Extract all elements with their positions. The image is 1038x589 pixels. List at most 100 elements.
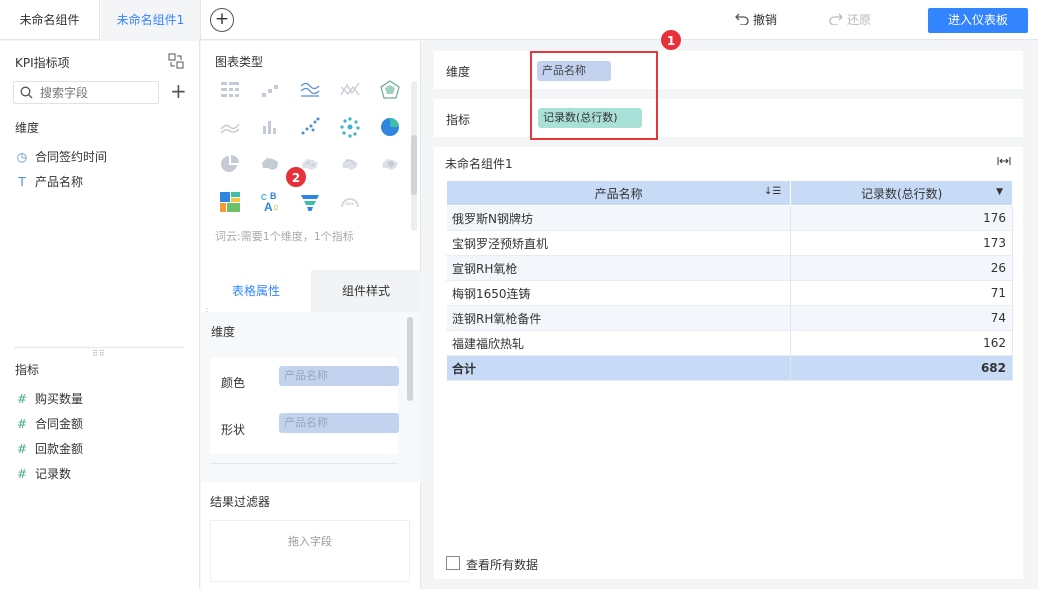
pie-chart-icon[interactable] (379, 116, 401, 138)
scrollbar-thumb[interactable] (411, 135, 417, 195)
table-total-row: 合计 682 (445, 355, 1013, 381)
word-cloud-chart-icon[interactable]: C BA D (259, 191, 281, 213)
field-contract-amount[interactable]: # 合同金额 (15, 414, 83, 434)
component-title: 未命名组件1 (445, 157, 513, 171)
stepped-chart-icon[interactable] (259, 79, 281, 101)
redo-icon (829, 13, 843, 26)
properties-divider (210, 463, 398, 464)
redo-label: 还原 (847, 13, 872, 27)
svg-text:A: A (264, 200, 273, 213)
property-tabs: 表格属性 组件样式 (201, 270, 421, 312)
tab-component-style[interactable]: 组件样式 (311, 270, 421, 312)
field-label: 记录数 (35, 467, 72, 481)
column-header-record-count[interactable]: 记录数(总行数) ▼ (790, 180, 1013, 206)
field-label: 购买数量 (35, 392, 84, 406)
shape-label: 形状 (221, 423, 246, 437)
cross-table-chart-icon[interactable] (219, 79, 241, 101)
field-label: 合同金额 (35, 417, 84, 431)
measure-heading: 指标 (15, 363, 40, 377)
line-chart-icon[interactable] (339, 79, 361, 101)
bar-chart-icon[interactable] (259, 116, 281, 138)
view-all-data-label: 查看所有数据 (466, 558, 539, 572)
china-map-icon[interactable] (259, 153, 281, 175)
column-header-product[interactable]: 产品名称 ↓☰ (445, 180, 792, 206)
redo-button[interactable]: 还原 (829, 0, 871, 40)
bubble-chart-icon[interactable] (339, 116, 361, 138)
field-product-name[interactable]: T 产品名称 (15, 172, 83, 192)
area-chart-icon[interactable] (219, 116, 241, 138)
dropdown-arrow-icon[interactable]: ▼ (996, 187, 1003, 197)
add-tab-button[interactable]: + (210, 8, 234, 32)
tab-unnamed-component-1[interactable]: 未命名组件1 (101, 0, 201, 40)
gauge-chart-icon[interactable]: 60% (339, 191, 361, 213)
hash-icon: # (16, 442, 28, 456)
heat-map-icon[interactable] (379, 153, 401, 175)
tab-table-properties[interactable]: 表格属性 (201, 270, 311, 312)
color-field-pill[interactable]: 产品名称 (279, 366, 399, 386)
dimension-row-label: 维度 (446, 65, 471, 79)
header-label: 产品名称 (594, 186, 643, 201)
field-label: 回款金额 (35, 442, 84, 456)
sort-icon[interactable]: ↓☰ (764, 186, 781, 197)
cell-product: 宝钢罗泾预矫直机 (445, 230, 792, 256)
color-label: 颜色 (221, 376, 246, 390)
properties-scrollbar[interactable] (407, 317, 413, 401)
tab-unnamed-component[interactable]: 未命名组件 (0, 0, 100, 40)
view-all-data-checkbox[interactable] (446, 556, 460, 570)
flow-map-icon[interactable] (339, 153, 361, 175)
dimension-heading: 维度 (15, 121, 40, 135)
search-box[interactable] (13, 81, 159, 104)
search-input[interactable] (40, 85, 150, 101)
scatter-chart-icon[interactable] (299, 116, 321, 138)
clock-icon: ◷ (16, 150, 28, 164)
cell-count: 71 (790, 280, 1013, 306)
marker-badge-2: 2 (285, 166, 307, 188)
properties-area: 维度 颜色 产品名称 形状 产品名称 (201, 312, 421, 482)
search-icon (20, 86, 33, 99)
panel-divider[interactable] (14, 347, 184, 348)
field-record-count[interactable]: # 记录数 (15, 464, 71, 484)
field-panel: KPI指标项 + 维度 ◷ 合同签约时间 T 产品名称 ⠿⠿ 指标 # 购买数量 # 合… (0, 41, 200, 589)
chart-list-scrollbar[interactable] (411, 81, 417, 231)
svg-text:D: D (274, 206, 279, 212)
config-highlight-box (530, 51, 658, 140)
chart-type-heading: 图表类型 (215, 55, 264, 69)
cell-product: 宣钢RH氧枪 (445, 255, 792, 281)
panel-title: KPI指标项 (15, 56, 70, 70)
table-row: 梅钢1650连铸 71 (445, 280, 1013, 306)
dashboard-pie-icon[interactable] (219, 153, 241, 175)
table-header-row: 产品名称 ↓☰ 记录数(总行数) ▼ (445, 180, 1013, 206)
cell-count: 74 (790, 305, 1013, 331)
marker-badge-1: 1 (660, 29, 682, 51)
add-field-button[interactable]: + (170, 80, 187, 102)
cell-product: 福建福欣热轧 (445, 330, 792, 356)
field-payment-amount[interactable]: # 回款金额 (15, 439, 83, 459)
chart-config-panel: 图表类型 CBAD 60% 词云:需要1个维度，1个指标 表格属性 组件样式 ⋮… (201, 41, 487, 589)
field-purchase-qty[interactable]: # 购买数量 (15, 389, 83, 409)
undo-button[interactable]: 撤销 (735, 0, 777, 40)
shape-field-pill[interactable]: 产品名称 (279, 413, 399, 433)
hash-icon: # (16, 392, 28, 406)
undo-label: 撤销 (753, 13, 778, 27)
table-row: 俄罗斯N钢牌坊 176 (445, 205, 1013, 231)
dimension-row: 维度 产品名称 (434, 51, 1023, 89)
shape-property: 形状 产品名称 (210, 404, 399, 454)
top-bar: 未命名组件 未命名组件1 + 撤销 还原 进入仪表板 (0, 0, 1038, 40)
treemap-chart-icon[interactable] (219, 191, 241, 213)
table-row: 宝钢罗泾预矫直机 173 (445, 230, 1013, 256)
data-table: 产品名称 ↓☰ 记录数(总行数) ▼ 俄罗斯N钢牌坊 176 宝钢罗泾预矫直机 173 … (445, 180, 1013, 381)
resize-handle-icon[interactable]: ⠿⠿ (92, 349, 106, 358)
hash-icon: # (16, 417, 28, 431)
field-contract-sign-time[interactable]: ◷ 合同签约时间 (15, 147, 107, 167)
table-row: 涟钢RH氧枪备件 74 (445, 305, 1013, 331)
wave-line-chart-icon[interactable] (299, 79, 321, 101)
enter-dashboard-button[interactable]: 进入仪表板 (928, 8, 1028, 33)
text-type-icon: T (18, 175, 26, 189)
fit-width-icon[interactable] (997, 156, 1011, 166)
properties-dimension-heading: 维度 (211, 325, 236, 339)
cell-product: 梅钢1650连铸 (445, 280, 792, 306)
funnel-chart-icon[interactable] (299, 191, 321, 213)
switch-view-icon[interactable] (168, 53, 184, 69)
filter-drop-zone[interactable]: 拖入字段 (210, 520, 410, 582)
radar-chart-icon[interactable] (379, 79, 401, 101)
